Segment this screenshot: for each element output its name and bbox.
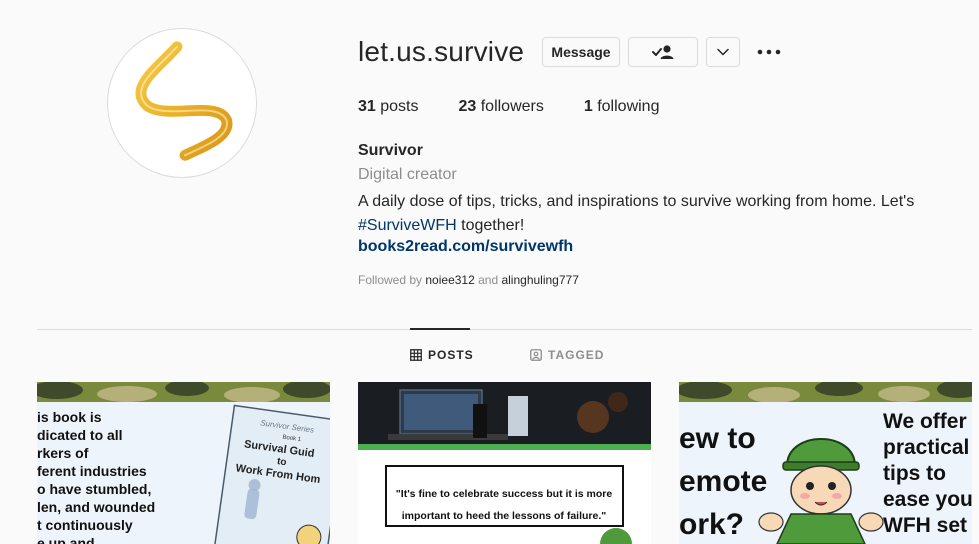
following-label: following xyxy=(592,98,660,115)
post-1-line-8: e up and xyxy=(37,535,95,544)
followed-by-prefix: Followed by xyxy=(358,273,426,287)
bio-tail: together! xyxy=(456,217,525,234)
following-count: 1 xyxy=(583,98,593,115)
followers-stat[interactable]: 23 followers xyxy=(458,98,543,116)
bio-hashtag-link[interactable]: #SurviveWFH xyxy=(358,217,457,234)
followers-count: 23 xyxy=(458,98,477,115)
posts-label: posts xyxy=(375,98,419,115)
post-3-right-line-4: ease you xyxy=(883,488,972,511)
post-2-quote-line-1: "It's fine to celebrate success but it i… xyxy=(396,488,613,500)
profile-stats: 31 posts 23 followers 1 following xyxy=(358,98,699,116)
followed-by-account-2[interactable]: alinghuling777 xyxy=(501,273,578,287)
message-button[interactable]: Message xyxy=(542,37,620,67)
followed-by-and: and xyxy=(474,273,502,287)
posts-count: 31 xyxy=(358,98,376,115)
followed-by: Followed by noiee312 and alinghuling777 xyxy=(358,273,579,287)
post-3-right-line-5: WFH set xyxy=(883,514,967,537)
post-1-line-7: t continuously xyxy=(37,517,133,533)
post-3-left-line-2: emote xyxy=(679,465,767,498)
profile-website-link[interactable]: books2read.com/survivewfh xyxy=(358,238,573,256)
following-button[interactable] xyxy=(628,37,698,67)
tabs-divider xyxy=(37,329,972,330)
post-2-quote-line-2: important to heed the lessons of failure… xyxy=(402,510,607,522)
posts-stat: 31 posts xyxy=(358,98,418,116)
profile-username: let.us.survive xyxy=(358,36,525,67)
more-options-icon xyxy=(757,49,781,55)
post-1-line-1: is book is xyxy=(37,409,102,425)
post-3-left-line-1: ew to xyxy=(679,422,756,455)
bio-text: A daily dose of tips, tricks, and inspir… xyxy=(358,193,915,210)
post-1-line-5: o have stumbled, xyxy=(37,481,151,497)
chevron-down-icon xyxy=(717,48,729,56)
post-1-line-6: len, and wounded xyxy=(37,499,155,515)
followers-label: followers xyxy=(476,98,544,115)
post-3-image: ew to emote ork? We offer practical tips… xyxy=(679,382,972,544)
person-check-icon xyxy=(652,45,674,59)
tab-tagged-label: TAGGED xyxy=(548,348,605,362)
more-options-button[interactable] xyxy=(754,40,784,64)
tagged-person-icon xyxy=(530,349,542,361)
profile-bio: A daily dose of tips, tricks, and inspir… xyxy=(358,190,938,238)
post-thumbnail-3[interactable]: ew to emote ork? We offer practical tips… xyxy=(679,382,972,544)
post-thumbnail-2[interactable]: "It's fine to celebrate success but it i… xyxy=(358,382,651,544)
profile-avatar[interactable] xyxy=(107,28,257,178)
post-3-right-line-3: tips to xyxy=(883,462,946,485)
post-1-line-4: ferent industries xyxy=(37,463,147,479)
post-1-image: is book is dicated to all rkers of feren… xyxy=(37,382,330,544)
profile-full-name: Survivor xyxy=(358,142,423,159)
suggested-dropdown-button[interactable] xyxy=(706,37,740,67)
post-1-line-2: dicated to all xyxy=(37,427,123,443)
grid-icon xyxy=(410,349,422,361)
post-3-right-line-1: We offer xyxy=(883,410,967,433)
golden-s-logo-icon xyxy=(135,41,233,161)
tab-posts[interactable]: POSTS xyxy=(410,348,474,362)
post-3-left-line-3: ork? xyxy=(679,508,744,541)
tab-tagged[interactable]: TAGGED xyxy=(530,348,604,362)
post-1-line-3: rkers of xyxy=(37,445,89,461)
post-1-book-title-2: to xyxy=(276,456,287,468)
post-3-right-line-2: practical xyxy=(883,436,969,459)
followed-by-account-1[interactable]: noiee312 xyxy=(425,273,474,287)
following-stat[interactable]: 1 following xyxy=(584,98,660,116)
post-2-image: "It's fine to celebrate success but it i… xyxy=(358,382,651,544)
profile-category: Digital creator xyxy=(358,166,457,183)
active-tab-indicator xyxy=(410,328,470,330)
post-thumbnail-1[interactable]: is book is dicated to all rkers of feren… xyxy=(37,382,330,544)
tab-posts-label: POSTS xyxy=(428,348,474,362)
